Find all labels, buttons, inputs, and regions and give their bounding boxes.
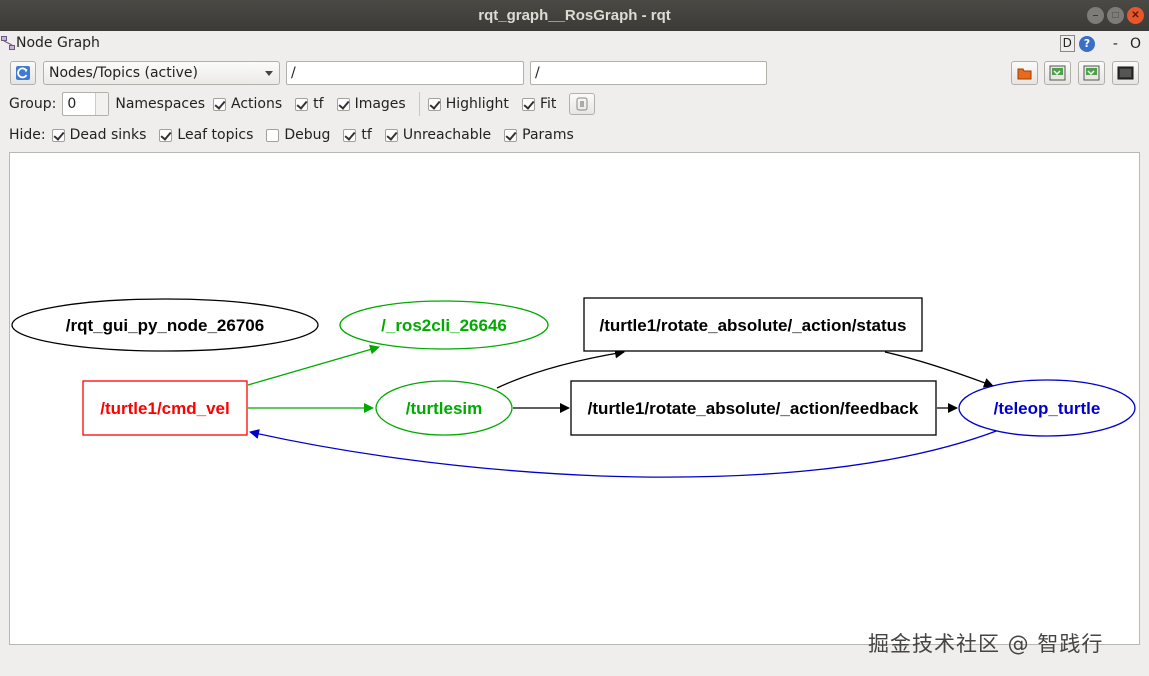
graph-node-teleop[interactable]: /teleop_turtle <box>958 379 1136 437</box>
highlight-label: Highlight <box>445 96 509 112</box>
graph-topic-feedback[interactable]: /turtle1/rotate_absolute/_action/feedbac… <box>570 380 937 436</box>
hide-label: Hide: <box>9 127 46 143</box>
leaf-topics-checkbox[interactable]: Leaf topics <box>159 127 253 143</box>
actions-checkbox[interactable]: Actions <box>213 96 282 112</box>
options-row: Group: 0 Namespaces Actions tf Images Hi… <box>9 92 596 116</box>
hide-tf-label: tf <box>361 127 372 143</box>
node-label-ros2cli: /_ros2cli_26646 <box>381 316 507 335</box>
check-icon <box>51 128 65 142</box>
check-icon <box>343 128 357 142</box>
help-icon[interactable]: ? <box>1078 35 1095 52</box>
topic-label-feedback: /turtle1/rotate_absolute/_action/feedbac… <box>588 399 919 418</box>
node-label-rqt-gui: /rqt_gui_py_node_26706 <box>66 316 264 335</box>
refresh-button[interactable] <box>10 61 36 85</box>
refresh-icon <box>16 66 30 80</box>
check-icon <box>295 97 309 111</box>
params-checkbox[interactable]: Params <box>504 127 574 143</box>
minimize-plugin-button[interactable]: - <box>1113 36 1118 52</box>
load-dot-button[interactable] <box>1011 61 1038 85</box>
check-icon <box>159 128 173 142</box>
chevron-down-icon <box>265 71 273 76</box>
dead-sinks-checkbox[interactable]: Dead sinks <box>51 127 147 143</box>
hide-tf-checkbox[interactable]: tf <box>343 127 372 143</box>
edge-cmdvel-ros2cli <box>247 344 380 386</box>
images-label: Images <box>354 96 406 112</box>
edge-teleop-cmdvel <box>249 429 1000 478</box>
maximize-button[interactable]: □ <box>1107 7 1124 24</box>
tf-checkbox[interactable]: tf <box>295 96 324 112</box>
group-spinbox[interactable]: 0 <box>62 92 110 116</box>
graph-topic-status[interactable]: /turtle1/rotate_absolute/_action/status <box>583 297 923 352</box>
save-dot-icon <box>1049 65 1066 81</box>
check-icon <box>336 97 350 111</box>
plugin-controls: D ? - O <box>1059 35 1141 52</box>
fit-label: Fit <box>539 96 557 112</box>
highlight-checkbox[interactable]: Highlight <box>427 96 509 112</box>
debug-checkbox[interactable]: Debug <box>266 127 330 143</box>
graph-node-turtlesim[interactable]: /turtlesim <box>375 380 513 436</box>
graph-mode-value: Nodes/Topics (active) <box>49 65 198 81</box>
ros-graph[interactable]: /rqt_gui_py_node_26706 /_ros2cli_26646 /… <box>10 153 1139 644</box>
dock-button[interactable]: D <box>1059 35 1075 52</box>
close-plugin-button[interactable]: O <box>1130 36 1141 52</box>
graph-mode-select[interactable]: Nodes/Topics (active) <box>43 61 280 85</box>
window-title: rqt_graph__RosGraph - rqt <box>478 7 671 24</box>
leaf-topics-label: Leaf topics <box>177 127 254 143</box>
unreachable-label: Unreachable <box>402 127 492 143</box>
node-graph-icon <box>1 36 15 50</box>
images-checkbox[interactable]: Images <box>336 96 406 112</box>
graph-node-ros2cli[interactable]: /_ros2cli_26646 <box>339 300 549 350</box>
graph-topic-cmd-vel[interactable]: /turtle1/cmd_vel <box>82 380 248 436</box>
check-icon <box>213 97 227 111</box>
fit-view-icon <box>576 97 588 111</box>
node-label-turtlesim: /turtlesim <box>406 399 483 418</box>
save-image-icon <box>1117 66 1134 80</box>
fit-checkbox[interactable]: Fit <box>521 96 557 112</box>
save-dot-button[interactable] <box>1044 61 1071 85</box>
check-icon <box>521 97 535 111</box>
group-value: 0 <box>67 96 77 112</box>
topic-label-status: /turtle1/rotate_absolute/_action/status <box>599 316 906 335</box>
node-label-teleop: /teleop_turtle <box>994 399 1101 418</box>
watermark: 掘金技术社区 @ 智践行 <box>868 632 1104 656</box>
plugin-title: Node Graph <box>16 35 100 51</box>
check-icon <box>384 128 398 142</box>
separator <box>418 92 420 116</box>
save-svg-icon <box>1083 65 1100 81</box>
graph-canvas[interactable]: /rqt_gui_py_node_26706 /_ros2cli_26646 /… <box>9 152 1140 645</box>
checkbox-empty-icon <box>266 128 280 142</box>
fit-view-button[interactable] <box>569 93 596 115</box>
minimize-button[interactable]: – <box>1087 7 1104 24</box>
hide-row: Hide: Dead sinks Leaf topics Debug tf Un… <box>9 124 587 146</box>
namespaces-label: Namespaces <box>115 96 206 112</box>
check-icon <box>504 128 518 142</box>
spin-arrows-icon[interactable] <box>95 93 109 115</box>
debug-label: Debug <box>284 127 331 143</box>
window-titlebar: rqt_graph__RosGraph - rqt – □ ✕ <box>0 0 1149 31</box>
save-svg-button[interactable] <box>1078 61 1105 85</box>
dead-sinks-label: Dead sinks <box>69 127 147 143</box>
params-label: Params <box>522 127 574 143</box>
graph-node-rqt-gui[interactable]: /rqt_gui_py_node_26706 <box>11 298 319 352</box>
unreachable-checkbox[interactable]: Unreachable <box>384 127 492 143</box>
topic-label-cmd-vel: /turtle1/cmd_vel <box>100 399 229 418</box>
group-label: Group: <box>9 96 57 112</box>
node-filter-input[interactable]: / <box>286 61 524 85</box>
tf-label: tf <box>313 96 324 112</box>
save-image-button[interactable] <box>1112 61 1139 85</box>
topic-filter-input[interactable]: / <box>530 61 767 85</box>
actions-label: Actions <box>231 96 283 112</box>
check-icon <box>427 97 441 111</box>
load-dot-icon <box>1017 68 1032 80</box>
close-button[interactable]: ✕ <box>1127 7 1144 24</box>
